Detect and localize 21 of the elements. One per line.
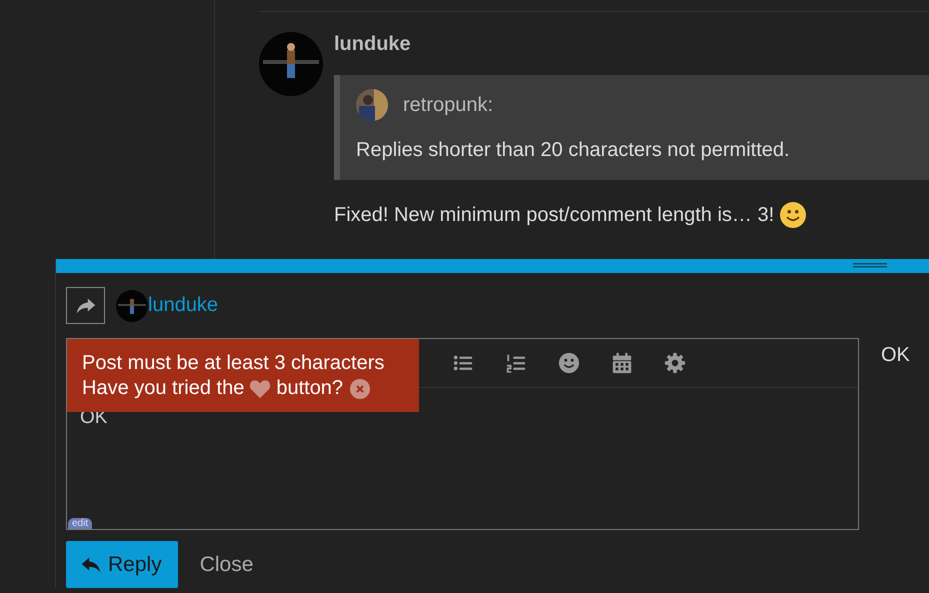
settings-icon[interactable]	[664, 352, 686, 374]
heart-icon	[249, 378, 272, 398]
smiley-icon[interactable]	[558, 352, 580, 374]
close-icon[interactable]	[350, 378, 370, 398]
preview-text: OK	[881, 344, 910, 368]
error-text: Have you tried the	[82, 376, 244, 401]
post-text: Fixed! New minimum post/comment length is… 3!	[334, 204, 774, 226]
calendar-icon[interactable]	[611, 352, 633, 374]
post-author[interactable]: lunduke	[334, 33, 929, 75]
quote-author: retropunk:	[403, 94, 494, 116]
quote-text: Replies shorter than 20 characters not permitted.	[356, 139, 791, 162]
numbered-list-icon[interactable]	[505, 352, 527, 374]
reply-action-button[interactable]	[66, 287, 105, 324]
smiley-icon	[780, 202, 806, 228]
resize-grip-icon[interactable]	[853, 263, 887, 268]
error-text: Post must be at least 3 characters	[82, 351, 386, 376]
close-button[interactable]: Close	[188, 552, 266, 576]
reply-to-username[interactable]: lunduke	[148, 294, 218, 317]
reply-button[interactable]: Reply	[66, 541, 178, 588]
edit-badge: edit	[68, 518, 92, 529]
error-text: button?	[276, 376, 344, 401]
